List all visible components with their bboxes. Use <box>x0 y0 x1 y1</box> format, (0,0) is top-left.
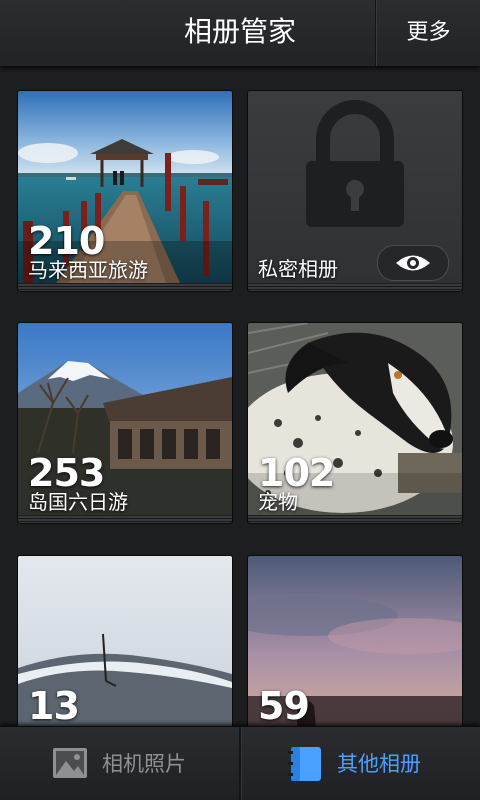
album-name: 宠物 <box>258 490 298 514</box>
more-button[interactable]: 更多 <box>377 0 480 66</box>
album-book-icon <box>288 747 321 781</box>
album-count: 59 <box>258 684 310 728</box>
header-divider <box>375 0 376 66</box>
album-stack-edge <box>248 284 462 291</box>
album-grid: 210 马来西亚旅游 私密相册 253 岛国六日游 102 宠物 13 59 <box>0 67 480 748</box>
album-card-japan[interactable]: 253 岛国六日游 <box>18 323 232 523</box>
album-name: 私密相册 <box>258 257 338 281</box>
tab-other-albums[interactable]: 其他相册 <box>241 727 480 800</box>
tab-label: 其他相册 <box>337 752 421 776</box>
app-root: 相册管家 更多 210 马来西亚旅游 私密相册 253 岛国六日游 102 宠物… <box>0 0 480 800</box>
album-card-pets[interactable]: 102 宠物 <box>248 323 462 523</box>
album-name: 马来西亚旅游 <box>28 258 148 282</box>
album-card-private[interactable]: 私密相册 <box>248 91 462 291</box>
album-stack-edge <box>18 284 232 291</box>
album-stack-edge <box>18 516 232 523</box>
show-private-button[interactable] <box>377 245 449 281</box>
album-count: 13 <box>28 684 80 728</box>
album-card-malaysia[interactable]: 210 马来西亚旅游 <box>18 91 232 291</box>
tab-label: 相机照片 <box>102 752 186 776</box>
top-bar: 相册管家 更多 <box>0 0 480 67</box>
image-icon <box>53 748 87 778</box>
bottom-tab-bar: 相机照片 其他相册 <box>0 726 480 800</box>
album-name: 岛国六日游 <box>28 490 128 514</box>
album-stack-edge <box>248 516 462 523</box>
eye-icon <box>396 255 430 271</box>
tab-camera-photos[interactable]: 相机照片 <box>0 727 239 800</box>
